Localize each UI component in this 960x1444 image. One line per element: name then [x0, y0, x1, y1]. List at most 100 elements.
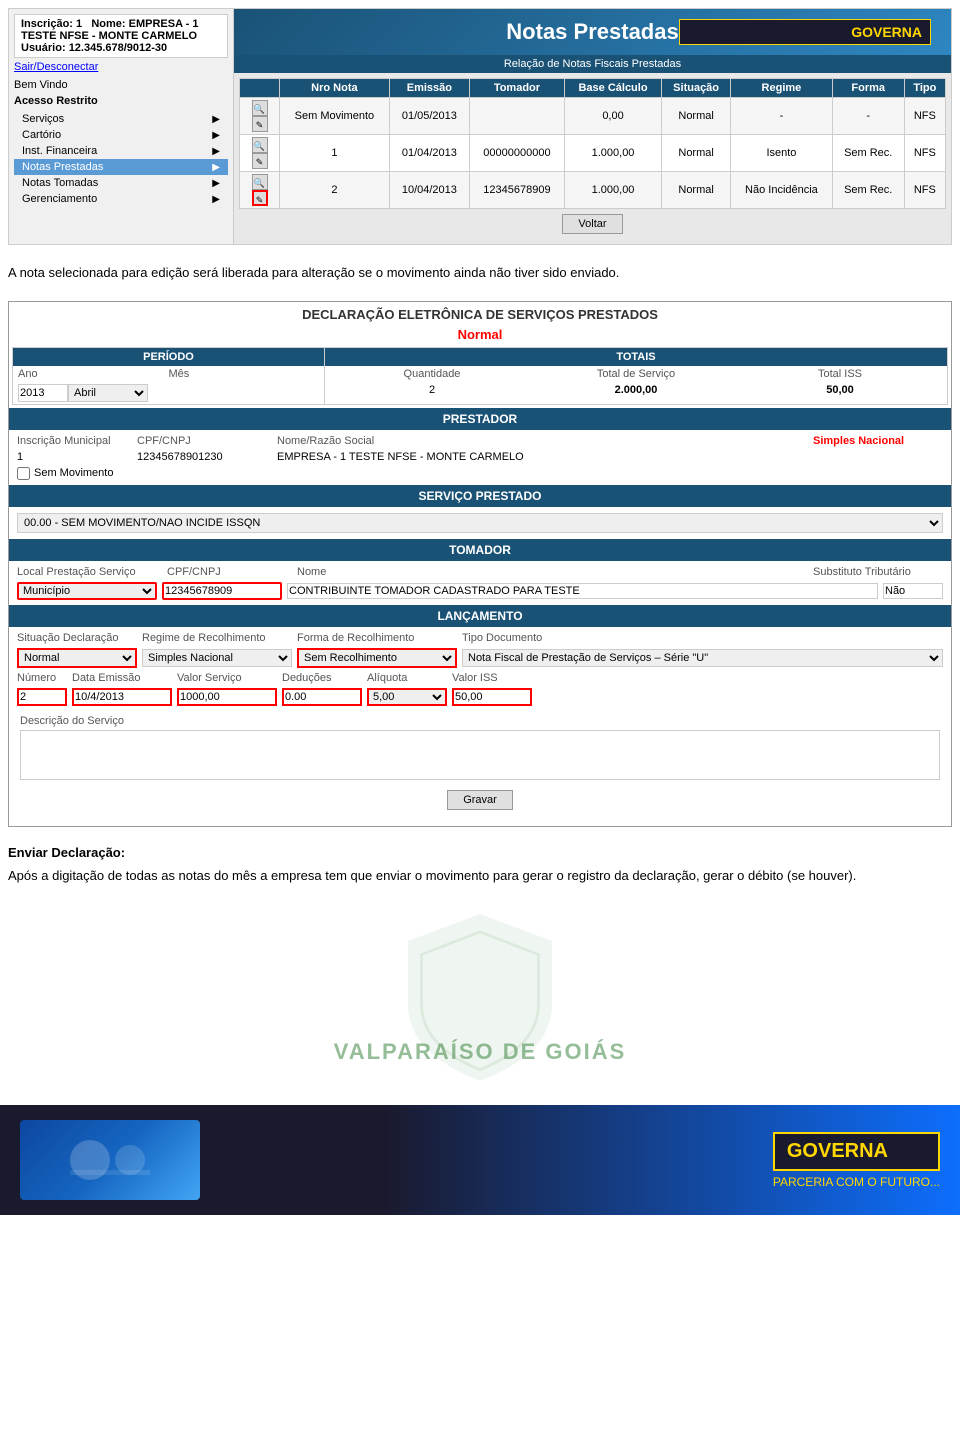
insc-value: 1 — [17, 451, 137, 463]
tipo-doc-select[interactable]: Nota Fiscal de Prestação de Serviços – S… — [462, 649, 943, 667]
period-header: PERÍODO — [13, 348, 324, 366]
view-icon[interactable]: 🔍 — [252, 137, 268, 153]
data-emissao-input[interactable] — [72, 688, 172, 706]
servico-area: 00.00 - SEM MOVIMENTO/NAO INCIDE ISSQN — [12, 510, 948, 536]
nome-label: Nome: — [91, 18, 125, 30]
valor-iss-input[interactable] — [452, 688, 532, 706]
row-actions: 🔍 ✎ — [240, 135, 280, 172]
watermark-text: VALPARAÍSO DE GOIÁS — [334, 1039, 627, 1065]
ano-label: Ano — [18, 368, 169, 380]
edit-icon[interactable]: ✎ — [252, 190, 268, 206]
col-header-tomador: Tomador — [469, 79, 564, 98]
tomador-nome-input[interactable] — [287, 583, 878, 599]
regime-select[interactable]: Simples Nacional — [142, 649, 292, 667]
inscricao-label: Inscrição: — [21, 18, 73, 30]
descricao-label: Descrição do Serviço — [20, 715, 124, 727]
cell-emissao: 01/05/2013 — [389, 98, 469, 135]
cell-situacao: Normal — [662, 172, 731, 209]
descricao-textarea[interactable] — [20, 730, 940, 780]
cell-base: 1.000,00 — [564, 135, 661, 172]
lancamento-header: LANÇAMENTO — [9, 605, 951, 627]
total-iss-value: 50,00 — [738, 384, 942, 396]
footer-governa-logo: GOVERNA — [773, 1132, 940, 1171]
inscricao-bar: Inscrição: 1 Nome: EMPRESA - 1 TESTE NFS… — [14, 14, 228, 58]
situacao-select[interactable]: Normal — [17, 648, 137, 668]
servico-select[interactable]: 00.00 - SEM MOVIMENTO/NAO INCIDE ISSQN — [17, 513, 943, 533]
view-icon[interactable]: 🔍 — [252, 100, 268, 116]
cell-forma: Sem Rec. — [832, 135, 904, 172]
lanc-row1-labels: Situação Declaração Regime de Recolhimen… — [12, 630, 948, 646]
enviar-text: Após a digitação de todas as notas do mê… — [8, 866, 952, 886]
period-labels: Ano Mês — [13, 366, 324, 382]
subst-label: Substituto Tributário — [813, 566, 943, 578]
cell-nro: 2 — [280, 172, 390, 209]
cell-regime: Não Incidência — [731, 172, 833, 209]
sidebar-item-inst-financeira[interactable]: Inst. Financeira ▶ — [14, 143, 228, 159]
situacao-label: Situação Declaração — [17, 632, 137, 644]
inscricao-value: 1 — [76, 18, 82, 30]
sidebar-item-notas-prestadas[interactable]: Notas Prestadas ▶ — [14, 159, 228, 175]
table-row: 🔍 ✎ Sem Movimento 01/05/2013 0,00 Normal… — [240, 98, 946, 135]
bem-vindo: Bem Vindo — [14, 79, 228, 91]
footer-decorative-image — [60, 1130, 160, 1190]
cell-base: 1.000,00 — [564, 172, 661, 209]
sidebar-item-gerenciamento[interactable]: Gerenciamento ▶ — [14, 191, 228, 207]
table-row: 🔍 ✎ 2 10/04/2013 12345678909 1.000,00 No… — [240, 172, 946, 209]
period-totais-section: PERÍODO Ano Mês Abril TOTAIS Quantidade … — [12, 347, 948, 405]
edit-icon[interactable]: ✎ — [252, 153, 268, 169]
view-icon[interactable]: 🔍 — [252, 174, 268, 190]
forma-select[interactable]: Sem Recolhimento — [297, 648, 457, 668]
tomador-labels: Local Prestação Serviço CPF/CNPJ Nome Su… — [12, 564, 948, 580]
local-select[interactable]: Município — [17, 582, 157, 600]
footer: GOVERNA PARCERIA COM O FUTURO... — [0, 1105, 960, 1215]
ano-input[interactable] — [18, 384, 68, 402]
lanc-row1-values: Normal Simples Nacional Sem Recolhimento… — [12, 646, 948, 670]
total-servico-label: Total de Serviço — [534, 368, 738, 380]
totais-box: TOTAIS Quantidade Total de Serviço Total… — [325, 348, 947, 404]
chevron-right-icon: ▶ — [212, 162, 220, 173]
sem-movimento-row: Sem Movimento — [12, 465, 948, 482]
voltar-button[interactable]: Voltar — [562, 214, 622, 234]
cell-nro: 1 — [280, 135, 390, 172]
valor-servico-input[interactable] — [177, 688, 277, 706]
cell-forma: Sem Rec. — [832, 172, 904, 209]
tomador-header: TOMADOR — [9, 539, 951, 561]
gravar-button[interactable]: Gravar — [447, 790, 513, 810]
page-title: Notas Prestadas — [506, 19, 678, 45]
sair-link[interactable]: Sair/Desconectar — [14, 61, 228, 73]
mes-select[interactable]: Abril — [68, 384, 148, 402]
cell-emissao: 10/04/2013 — [389, 172, 469, 209]
cell-nro: Sem Movimento — [280, 98, 390, 135]
edit-icon[interactable]: ✎ — [252, 116, 268, 132]
sidebar-item-servicos[interactable]: Serviços ▶ — [14, 111, 228, 127]
decl-title: DECLARAÇÃO ELETRÔNICA DE SERVIÇOS PRESTA… — [9, 302, 951, 327]
enviar-section: Enviar Declaração: Após a digitação de t… — [0, 835, 960, 896]
notes-table: Nro Nota Emissão Tomador Base Cálculo Si… — [239, 78, 946, 209]
local-label: Local Prestação Serviço — [17, 566, 167, 578]
sidebar-item-notas-tomadas[interactable]: Notas Tomadas ▶ — [14, 175, 228, 191]
quantidade-label: Quantidade — [330, 368, 534, 380]
period-box: PERÍODO Ano Mês Abril — [13, 348, 325, 404]
footer-parceria: PARCERIA COM O FUTURO... — [773, 1175, 940, 1189]
header-bar: Notas Prestadas GOVERNA — [234, 9, 951, 55]
col-header-situacao: Situação — [662, 79, 731, 98]
tomador-cpf-input[interactable] — [162, 582, 282, 600]
footer-right: GOVERNA PARCERIA COM O FUTURO... — [773, 1132, 940, 1189]
sidebar-item-cartorio[interactable]: Cartório ▶ — [14, 127, 228, 143]
cell-situacao: Normal — [662, 135, 731, 172]
left-panel: Inscrição: 1 Nome: EMPRESA - 1 TESTE NFS… — [9, 9, 234, 244]
governa-logo: GOVERNA — [679, 19, 931, 45]
numero-input[interactable] — [17, 688, 67, 706]
nome-value: EMPRESA - 1 TESTE NFSE - MONTE CARMELO — [277, 451, 943, 463]
cell-base: 0,00 — [564, 98, 661, 135]
cpf-value: 12345678901230 — [137, 451, 277, 463]
cell-regime: Isento — [731, 135, 833, 172]
aliquota-select[interactable]: 5,00 — [367, 688, 447, 706]
chevron-right-icon: ▶ — [212, 194, 220, 205]
simples-label: Simples Nacional — [813, 435, 943, 447]
tomador-subst-input[interactable] — [883, 583, 943, 599]
deducoes-input[interactable] — [282, 688, 362, 706]
col-header-tipo: Tipo — [904, 79, 945, 98]
usuario-label: Usuário: — [21, 42, 66, 54]
sem-movimento-checkbox[interactable] — [17, 467, 30, 480]
